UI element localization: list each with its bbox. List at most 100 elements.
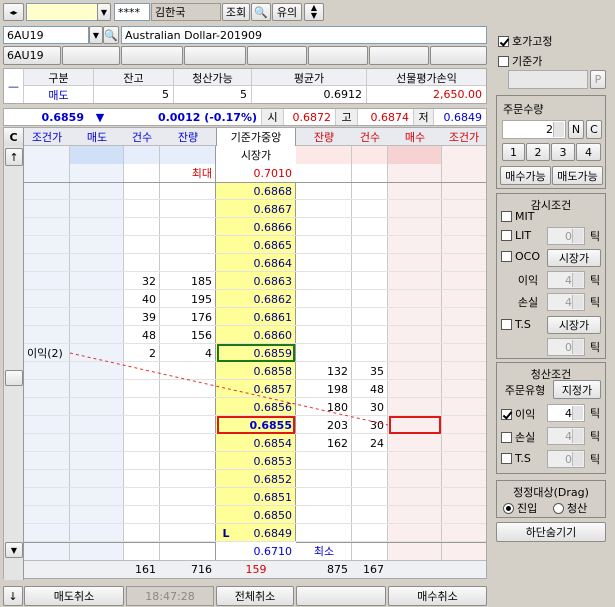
close-conditions-panel: 청산조건 주문유형 지정가 이익 4 틱 손실 4 틱 T.S 0 틱 bbox=[496, 362, 606, 474]
base-price-check-icon[interactable] bbox=[498, 55, 509, 67]
qty-preset-4[interactable]: 4 bbox=[576, 143, 601, 161]
order-qty-panel: 주문수량 2 N C 1 2 3 4 매수가능 매도가능 bbox=[496, 95, 606, 189]
oco-loss-label: 손실 bbox=[517, 296, 539, 309]
ts-check-icon[interactable] bbox=[501, 319, 512, 330]
position-avg-price: 0.6912 bbox=[252, 86, 367, 103]
order-book: C 조건가 매도 건수 잔량 기준가중앙 잔량 건수 매수 조건가 ↑ ▼ 시장… bbox=[3, 127, 487, 580]
high-label: 고 bbox=[336, 109, 358, 125]
c-button[interactable]: C bbox=[586, 120, 602, 139]
oco-check-icon[interactable] bbox=[501, 251, 512, 262]
search-icon[interactable]: 🔍 bbox=[103, 26, 119, 44]
qty-preset-2[interactable]: 2 bbox=[526, 143, 550, 161]
buy-available-button[interactable]: 매수가능 bbox=[500, 166, 551, 185]
favorite-symbol-4[interactable] bbox=[184, 46, 246, 65]
oco-profit-input[interactable]: 4 bbox=[547, 271, 585, 289]
position-balance: 5 bbox=[94, 86, 174, 103]
order-qty-input[interactable]: 2 bbox=[502, 120, 566, 139]
close-ts-checkbox[interactable]: T.S bbox=[501, 452, 531, 465]
qty-preset-1[interactable]: 1 bbox=[502, 143, 525, 161]
cancel-all-button[interactable]: 전체취소 bbox=[216, 586, 294, 606]
notice-button[interactable]: 유의 bbox=[272, 3, 302, 21]
close-profit-tick: 틱 bbox=[589, 407, 601, 420]
query-button[interactable]: 조회 bbox=[222, 3, 250, 21]
sell-available-button[interactable]: 매도가능 bbox=[552, 166, 603, 185]
close-ts-check-icon[interactable] bbox=[501, 453, 512, 464]
close-loss-tick: 틱 bbox=[589, 430, 601, 443]
password-field[interactable]: **** bbox=[114, 3, 150, 21]
position-closable: 5 bbox=[174, 86, 252, 103]
favorite-symbol-5[interactable] bbox=[247, 46, 307, 65]
correction-title: 정정대상(Drag) bbox=[513, 486, 589, 499]
key-icon[interactable]: 🔍 bbox=[251, 3, 271, 21]
entry-radio-icon[interactable] bbox=[503, 502, 514, 514]
favorite-symbol-7[interactable] bbox=[369, 46, 429, 65]
up-down-icon[interactable]: ▲ ▼ bbox=[304, 3, 324, 21]
mit-check-icon[interactable] bbox=[501, 211, 512, 222]
mit-checkbox[interactable]: MIT bbox=[501, 210, 534, 223]
close-loss-check-icon[interactable] bbox=[501, 431, 512, 443]
price-change: 0.0012 (-0.17%) bbox=[112, 109, 262, 125]
base-price-checkbox[interactable]: 기준가 bbox=[498, 53, 542, 69]
ts-market-button[interactable]: 시장가 bbox=[547, 316, 601, 334]
lit-ticks-input[interactable]: 0 bbox=[547, 227, 585, 245]
header-pnl: 선물평가손익 bbox=[396, 71, 457, 85]
close-ts-input[interactable]: 0 bbox=[547, 450, 585, 468]
lit-tick-label: 틱 bbox=[589, 230, 601, 243]
n-button[interactable]: N bbox=[568, 120, 584, 139]
position-pnl: 2,650.00 bbox=[433, 88, 482, 101]
favorite-symbol-6[interactable] bbox=[308, 46, 368, 65]
p-button[interactable]: P bbox=[590, 70, 606, 89]
favorite-symbol-8[interactable] bbox=[430, 46, 487, 65]
favorite-symbol-3[interactable] bbox=[121, 46, 183, 65]
low-price: 0.6849 bbox=[443, 110, 483, 124]
lit-check-icon[interactable] bbox=[501, 230, 512, 241]
ts-tick-label: 틱 bbox=[589, 341, 601, 354]
exit-radio-icon[interactable] bbox=[553, 502, 564, 514]
header-balance: 잔고 bbox=[94, 69, 174, 86]
fix-quote-check-icon[interactable] bbox=[498, 35, 509, 47]
ts-checkbox[interactable]: T.S bbox=[501, 318, 531, 331]
oco-market-button[interactable]: 시장가 bbox=[547, 249, 601, 267]
favorite-symbol-1[interactable]: 6AU19 bbox=[3, 46, 61, 65]
cancel-sell-button[interactable]: 매도취소 bbox=[24, 586, 124, 606]
hide-bottom-button[interactable]: 하단숨기기 bbox=[496, 522, 606, 542]
entry-radio[interactable]: 진입 bbox=[503, 500, 537, 516]
ts-ticks-input[interactable]: 0 bbox=[547, 338, 585, 356]
open-price: 0.6872 bbox=[284, 109, 336, 125]
order-qty-title: 주문수량 bbox=[503, 103, 544, 116]
lit-checkbox[interactable]: LIT bbox=[501, 229, 531, 242]
header-avg-price: 평균가 bbox=[252, 69, 367, 86]
limit-order-button[interactable]: 지정가 bbox=[553, 380, 601, 399]
close-ts-tick: 틱 bbox=[589, 453, 601, 466]
blank-bottom-button[interactable] bbox=[296, 586, 386, 606]
account-input[interactable] bbox=[26, 3, 98, 21]
low-label: 저 bbox=[414, 109, 434, 125]
qty-preset-3[interactable]: 3 bbox=[551, 143, 575, 161]
account-dropdown-icon[interactable]: ▼ bbox=[97, 3, 111, 21]
symbol-code-input[interactable]: 6AU19 bbox=[3, 26, 89, 44]
quote-bar: 0.6859 ▼ 0.0012 (-0.17%) 시 0.6872 고 0.68… bbox=[3, 108, 487, 126]
close-loss-checkbox[interactable]: 손실 bbox=[501, 429, 535, 445]
watch-conditions-panel: 감시조건 MIT LIT 0 틱 OCO 시장가 이익 4 틱 손실 4 틱 T… bbox=[496, 193, 606, 359]
base-price-input[interactable] bbox=[508, 70, 588, 89]
favorite-symbol-2[interactable] bbox=[62, 46, 120, 65]
bottom-down-button[interactable]: ↓ bbox=[3, 586, 23, 606]
cancel-buy-button[interactable]: 매수취소 bbox=[388, 586, 487, 606]
position-collapse-icon[interactable]: — bbox=[4, 69, 24, 103]
exit-radio[interactable]: 청산 bbox=[553, 500, 587, 516]
order-type-label: 주문유형 bbox=[504, 383, 546, 397]
fix-quote-checkbox[interactable]: 호가고정 bbox=[498, 33, 552, 49]
oco-profit-tick: 틱 bbox=[589, 274, 601, 287]
oco-checkbox[interactable]: OCO bbox=[501, 250, 540, 263]
close-loss-input[interactable]: 4 bbox=[547, 427, 585, 445]
oco-loss-input[interactable]: 4 bbox=[547, 293, 585, 311]
close-profit-checkbox[interactable]: 이익 bbox=[501, 406, 535, 422]
symbol-dropdown-icon[interactable]: ▼ bbox=[89, 26, 103, 44]
last-price: 0.6859 bbox=[41, 110, 84, 124]
close-profit-check-icon[interactable] bbox=[501, 408, 512, 420]
user-name: 김한국 bbox=[151, 3, 221, 21]
nav-arrows-button[interactable]: ◂▸ bbox=[3, 3, 24, 21]
close-profit-input[interactable]: 4 bbox=[547, 404, 585, 422]
position-table: — 구분 잔고 청산가능 평균가 선물평가손익 매도 5 5 0.6912 2,… bbox=[3, 68, 487, 104]
clock: 18:47:28 bbox=[126, 586, 214, 606]
